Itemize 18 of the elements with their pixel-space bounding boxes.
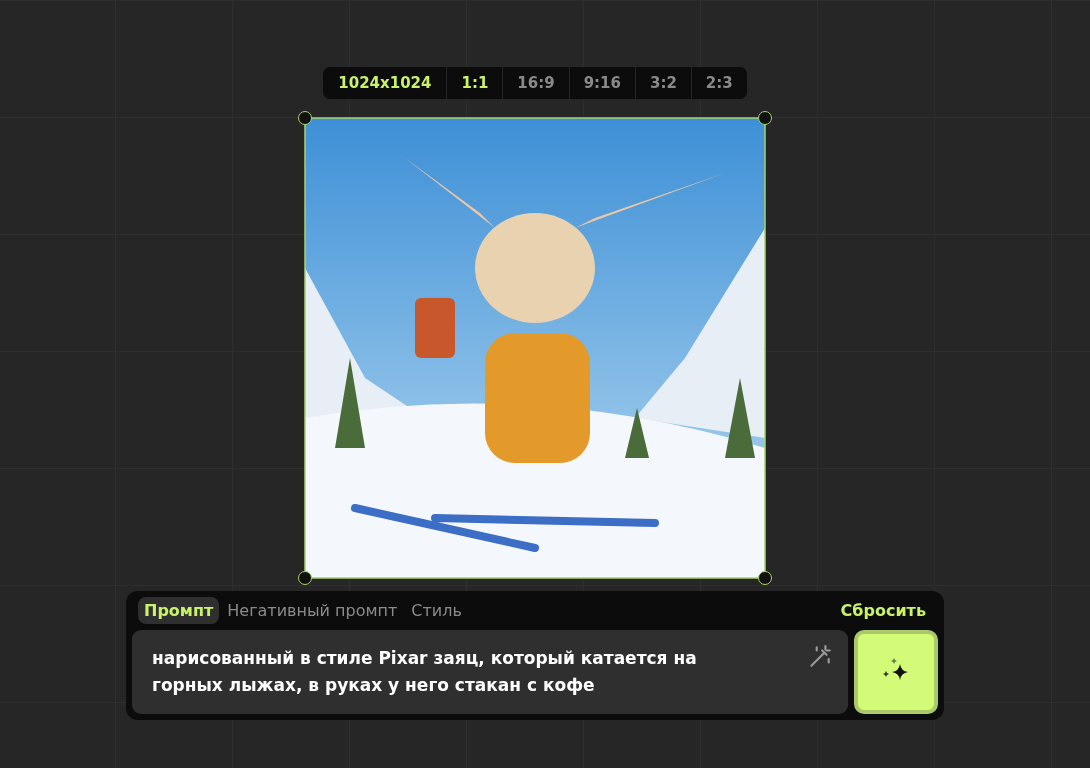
prompt-field[interactable]: нарисованный в стиле Pixar заяц, который катается на горных лыжах, в руках у него стакан с кофе bbox=[132, 630, 848, 714]
ratio-option[interactable]: 2:3 bbox=[690, 67, 747, 99]
ratio-option[interactable]: 16:9 bbox=[502, 67, 569, 99]
resize-handle[interactable] bbox=[298, 111, 312, 125]
magic-wand-icon[interactable] bbox=[807, 644, 833, 670]
reset-button[interactable]: Сбросить bbox=[834, 597, 932, 624]
prompt-tab[interactable]: Негативный промпт bbox=[221, 597, 404, 624]
prompt-tab[interactable]: Промпт bbox=[138, 597, 220, 624]
prompt-text: нарисованный в стиле Pixar заяц, который катается на горных лыжах, в руках у него стакан с кофе bbox=[152, 647, 698, 697]
prompt-tab[interactable]: Стиль bbox=[405, 597, 468, 624]
resize-handle[interactable] bbox=[298, 571, 312, 585]
ratio-option[interactable]: 9:16 bbox=[568, 67, 635, 99]
generate-button[interactable] bbox=[854, 630, 938, 714]
resize-handle[interactable] bbox=[758, 571, 772, 585]
ratio-option[interactable]: 3:2 bbox=[634, 67, 691, 99]
resize-handle[interactable] bbox=[758, 111, 772, 125]
size-label: 1024x1024 bbox=[337, 73, 433, 94]
ratio-option[interactable]: 1:1 bbox=[446, 67, 503, 99]
